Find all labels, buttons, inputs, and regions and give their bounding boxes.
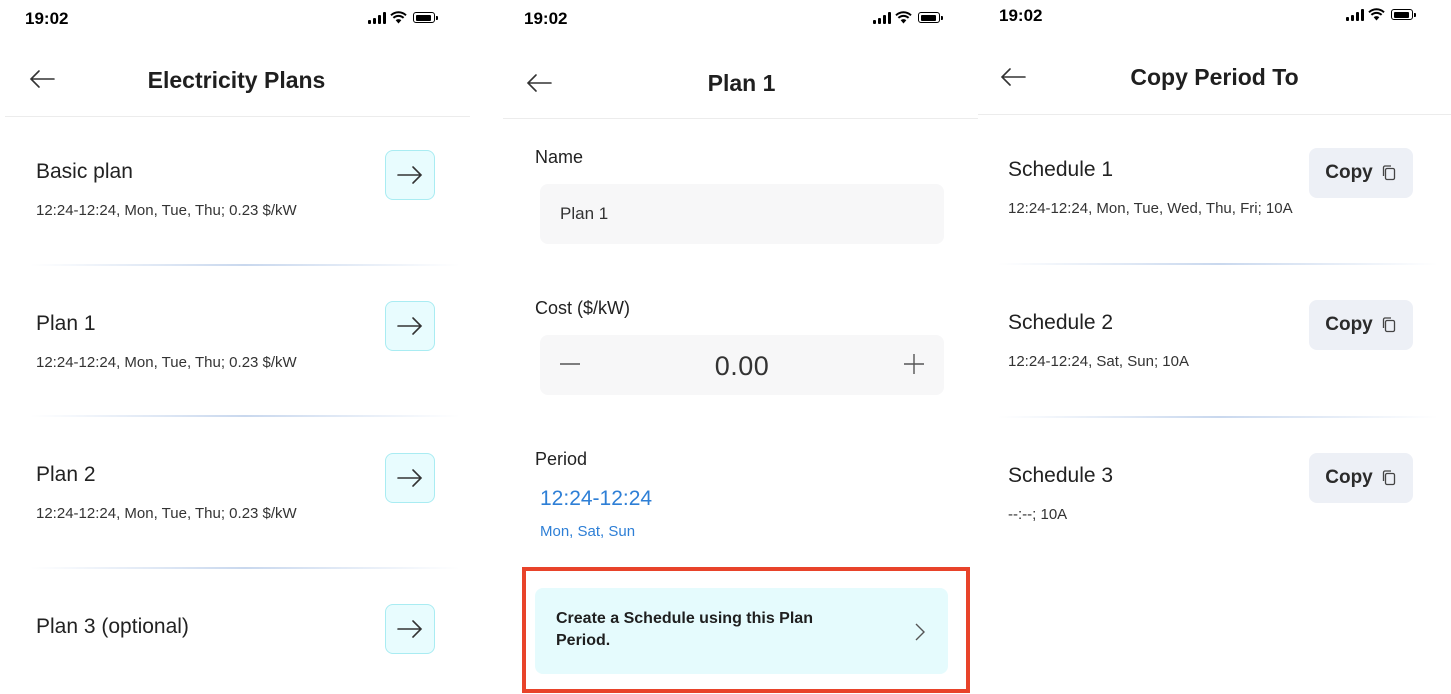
chevron-right-icon	[915, 623, 925, 641]
name-value: Plan 1	[560, 204, 609, 223]
open-plan-button[interactable]	[385, 604, 435, 654]
open-plan-button[interactable]	[385, 301, 435, 351]
create-schedule-button[interactable]: Create a Schedule using this Plan Period…	[535, 588, 948, 674]
header-divider	[503, 118, 980, 119]
open-plan-button[interactable]	[385, 453, 435, 503]
status-bar: 19:02	[0, 0, 473, 40]
copy-label: Copy	[1325, 162, 1373, 183]
separator	[30, 415, 460, 417]
period-days[interactable]: Mon, Sat, Sun	[540, 523, 635, 540]
nav-bar: Plan 1	[503, 55, 980, 105]
nav-bar: Electricity Plans	[0, 55, 473, 105]
cost-value: 0.00	[714, 351, 770, 381]
copy-icon	[1382, 470, 1395, 486]
schedule-summary: 12:24-12:24, Mon, Tue, Wed, Thu, Fri; 10…	[1008, 200, 1293, 217]
plan-name: Plan 2	[36, 463, 96, 486]
status-time: 19:02	[25, 9, 69, 28]
header-divider	[5, 116, 470, 117]
plan-name: Plan 3 (optional)	[36, 615, 189, 638]
schedule-summary: --:--; 10A	[1008, 506, 1068, 523]
name-label: Name	[535, 147, 584, 167]
plan-item-basic[interactable]: Basic plan 12:24-12:24, Mon, Tue, Thu; 0…	[36, 160, 436, 219]
status-bar: 19:02	[503, 0, 980, 40]
copy-button[interactable]: Copy	[1309, 453, 1413, 503]
right-arrow-icon	[397, 317, 423, 335]
status-icons	[1346, 8, 1416, 21]
copy-icon	[1382, 317, 1395, 333]
wifi-icon	[895, 11, 912, 24]
plan-detail-screen: 19:02 Plan 1 Name Plan 1 Cost ($/kW) 0.0…	[503, 0, 980, 694]
copy-label: Copy	[1325, 467, 1373, 488]
battery-icon	[1391, 9, 1416, 20]
separator	[30, 567, 460, 569]
period-label: Period	[535, 449, 588, 469]
cost-label: Cost ($/kW)	[535, 298, 631, 318]
right-arrow-icon	[397, 469, 423, 487]
status-bar: 19:02	[978, 0, 1451, 40]
plan-summary: 12:24-12:24, Mon, Tue, Thu; 0.23 $/kW	[36, 202, 297, 219]
separator	[998, 416, 1438, 418]
page-title: Copy Period To	[1130, 64, 1299, 90]
signal-icon	[368, 11, 386, 24]
page-title: Electricity Plans	[147, 67, 326, 93]
open-plan-button[interactable]	[385, 150, 435, 200]
copy-button[interactable]: Copy	[1309, 300, 1413, 350]
copy-period-screen: 19:02 Copy Period To Schedule 1 12:24-12…	[978, 0, 1451, 694]
plan-summary: 12:24-12:24, Mon, Tue, Thu; 0.23 $/kW	[36, 354, 297, 371]
right-arrow-icon	[397, 166, 423, 184]
plan-name: Basic plan	[36, 160, 133, 183]
wifi-icon	[1368, 8, 1385, 21]
name-input[interactable]: Plan 1	[540, 184, 944, 244]
page-title: Plan 1	[707, 70, 776, 96]
period-time[interactable]: 12:24-12:24	[540, 487, 652, 511]
header-divider	[978, 114, 1451, 115]
status-icons	[873, 11, 943, 24]
nav-bar: Copy Period To	[978, 55, 1451, 105]
electricity-plans-screen: 19:02 Electricity Plans Basic plan 12:24…	[0, 0, 473, 694]
signal-icon	[873, 11, 891, 24]
copy-button[interactable]: Copy	[1309, 148, 1413, 198]
status-icons	[368, 11, 438, 24]
plan-name: Plan 1	[36, 312, 96, 335]
schedule-summary: 12:24-12:24, Sat, Sun; 10A	[1008, 353, 1189, 370]
battery-icon	[413, 12, 438, 23]
plan-item-3[interactable]: Plan 3 (optional)	[36, 615, 436, 639]
copy-label: Copy	[1325, 314, 1373, 335]
battery-icon	[918, 12, 943, 23]
wifi-icon	[390, 11, 407, 24]
right-arrow-icon	[397, 620, 423, 638]
plan-item-1[interactable]: Plan 1 12:24-12:24, Mon, Tue, Thu; 0.23 …	[36, 312, 436, 371]
separator	[998, 263, 1438, 265]
copy-icon	[1382, 165, 1395, 181]
status-time: 19:02	[999, 6, 1043, 25]
plus-icon[interactable]	[901, 351, 927, 377]
status-time: 19:02	[524, 9, 568, 28]
plan-summary: 12:24-12:24, Mon, Tue, Thu; 0.23 $/kW	[36, 505, 297, 522]
signal-icon	[1346, 8, 1364, 21]
create-schedule-label: Create a Schedule using this Plan Period…	[556, 610, 813, 649]
separator	[30, 264, 460, 266]
cost-stepper[interactable]: 0.00	[540, 335, 944, 395]
plan-item-2[interactable]: Plan 2 12:24-12:24, Mon, Tue, Thu; 0.23 …	[36, 463, 436, 522]
